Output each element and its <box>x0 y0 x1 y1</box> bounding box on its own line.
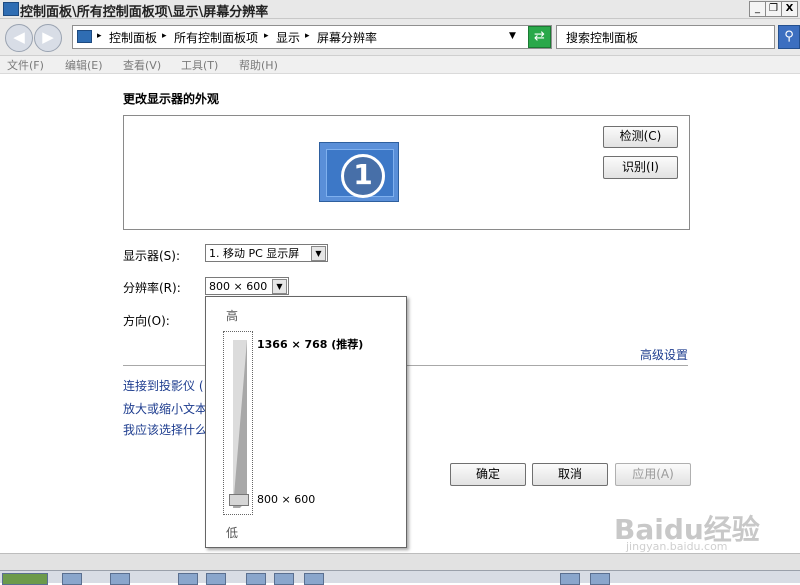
low-label: 低 <box>226 526 239 540</box>
control-panel-icon <box>77 30 92 43</box>
breadcrumb-all-items[interactable]: 所有控制面板项 <box>174 29 258 46</box>
page-heading: 更改显示器的外观 <box>123 92 220 106</box>
taskbar <box>0 570 800 585</box>
slider-thumb[interactable] <box>229 494 249 506</box>
identify-button[interactable]: 识别(I) <box>603 156 678 179</box>
taskbar-app-icon[interactable] <box>110 573 130 585</box>
chevron-right-icon[interactable]: ▸ <box>162 31 167 41</box>
advanced-settings-link[interactable]: 高级设置 <box>640 346 688 363</box>
chevron-right-icon[interactable]: ▸ <box>264 31 269 41</box>
back-arrow-icon: ◀ <box>13 28 25 46</box>
chevron-down-icon: ▼ <box>272 279 287 294</box>
display-select-value: 1. 移动 PC 显示屏 <box>209 247 300 260</box>
current-resolution-option[interactable]: 800 × 600 <box>257 493 315 506</box>
taskbar-app-icon[interactable] <box>178 573 198 585</box>
taskbar-app-icon[interactable] <box>246 573 266 585</box>
refresh-button[interactable]: ⇄ <box>528 26 551 48</box>
minimize-button[interactable]: _ <box>749 1 766 17</box>
navigation-bar: ◀ ▶ ▸ 控制面板 ▸ 所有控制面板项 ▸ 显示 ▸ 屏幕分辨率 ▼ ⇄ 搜索… <box>0 19 800 56</box>
control-panel-icon <box>3 2 19 16</box>
restore-button[interactable]: ❐ <box>765 1 782 17</box>
menu-file[interactable]: 文件(F) <box>7 57 44 73</box>
tray-icon[interactable] <box>560 573 580 585</box>
resolution-dropdown: 高 1366 × 768 (推荐) 800 × 600 低 <box>205 296 407 548</box>
breadcrumb-screen-resolution[interactable]: 屏幕分辨率 <box>317 29 377 46</box>
refresh-icon: ⇄ <box>534 29 545 44</box>
high-label: 高 <box>226 309 239 323</box>
detect-button[interactable]: 检测(C) <box>603 126 678 148</box>
text-size-link[interactable]: 放大或缩小文本 <box>123 400 207 417</box>
chevron-right-icon[interactable]: ▸ <box>305 31 310 41</box>
max-resolution-option[interactable]: 1366 × 768 (推荐) <box>257 336 363 352</box>
resolution-label: 分辨率(R): <box>123 281 181 295</box>
resolution-select-value: 800 × 600 <box>209 280 268 293</box>
search-placeholder: 搜索控制面板 <box>566 31 639 45</box>
display-settings-help-link[interactable]: 我应该选择什么 <box>123 421 207 438</box>
projector-link[interactable]: 连接到投影仪 ( <box>123 377 204 394</box>
title-bar: 控制面板\所有控制面板项\显示\屏幕分辨率 _ ❐ X <box>0 0 800 20</box>
menu-help[interactable]: 帮助(H) <box>239 57 278 73</box>
chevron-down-icon: ▼ <box>311 246 326 261</box>
menu-edit[interactable]: 编辑(E) <box>65 57 103 73</box>
status-bar <box>0 553 800 570</box>
breadcrumb-control-panel[interactable]: 控制面板 <box>109 29 157 46</box>
monitor-icon[interactable]: 1 <box>319 142 399 202</box>
address-bar[interactable]: ▸ 控制面板 ▸ 所有控制面板项 ▸ 显示 ▸ 屏幕分辨率 ▼ <box>72 25 552 49</box>
breadcrumb-display[interactable]: 显示 <box>276 29 300 46</box>
search-icon: ⚲ <box>784 29 794 44</box>
taskbar-app-icon[interactable] <box>206 573 226 585</box>
taskbar-app-icon[interactable] <box>274 573 294 585</box>
address-dropdown-icon[interactable]: ▼ <box>509 31 516 41</box>
baidu-watermark-url: jingyan.baidu.com <box>626 540 728 553</box>
ok-button[interactable]: 确定 <box>450 463 526 486</box>
resolution-slider[interactable] <box>223 331 253 515</box>
close-button[interactable]: X <box>781 1 798 17</box>
menu-tools[interactable]: 工具(T) <box>181 57 218 73</box>
monitor-screen: 1 <box>326 149 394 198</box>
apply-button[interactable]: 应用(A) <box>615 463 691 486</box>
forward-button[interactable]: ▶ <box>34 24 62 52</box>
cancel-button[interactable]: 取消 <box>532 463 608 486</box>
taskbar-app-icon[interactable] <box>304 573 324 585</box>
tray-icon[interactable] <box>590 573 610 585</box>
forward-arrow-icon: ▶ <box>42 28 54 46</box>
chevron-right-icon: ▸ <box>97 31 102 41</box>
orientation-label: 方向(O): <box>123 314 170 328</box>
search-button[interactable]: ⚲ <box>778 25 800 49</box>
search-input[interactable]: 搜索控制面板 <box>556 25 775 49</box>
resolution-select[interactable]: 800 × 600 ▼ <box>205 277 289 295</box>
slider-wedge <box>233 340 247 508</box>
monitor-preview-panel: 1 检测(C) 识别(I) <box>123 115 690 230</box>
menu-bar: 文件(F) 编辑(E) 查看(V) 工具(T) 帮助(H) <box>0 56 800 74</box>
display-label: 显示器(S): <box>123 249 181 263</box>
menu-view[interactable]: 查看(V) <box>123 57 161 73</box>
display-select[interactable]: 1. 移动 PC 显示屏 ▼ <box>205 244 328 262</box>
back-button[interactable]: ◀ <box>5 24 33 52</box>
start-button[interactable] <box>2 573 48 585</box>
taskbar-app-icon[interactable] <box>62 573 82 585</box>
monitor-number: 1 <box>341 154 385 198</box>
window-title: 控制面板\所有控制面板项\显示\屏幕分辨率 <box>20 5 269 20</box>
